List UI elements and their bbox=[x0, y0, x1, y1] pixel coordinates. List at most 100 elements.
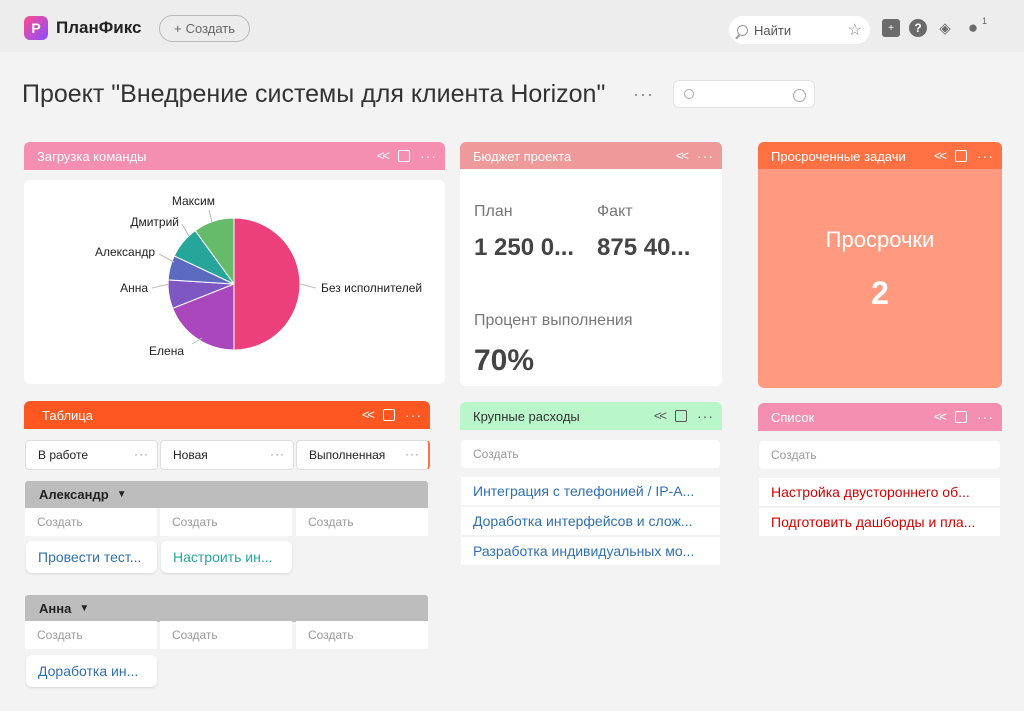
collapse-icon[interactable]: << bbox=[362, 407, 375, 422]
more-icon[interactable]: ··· bbox=[977, 149, 994, 163]
more-icon[interactable]: ··· bbox=[270, 447, 285, 461]
collapse-icon[interactable]: << bbox=[676, 148, 689, 163]
more-icon[interactable]: ··· bbox=[134, 447, 149, 461]
list-item[interactable]: Интеграция с телефонией / IP-А... bbox=[461, 477, 720, 505]
big-expenses-title: Крупные расходы bbox=[473, 408, 580, 424]
percent-label: Процент выполнения bbox=[474, 312, 633, 329]
create-button[interactable]: + Создать bbox=[159, 15, 250, 42]
big-expenses-header: Крупные расходы << ··· bbox=[460, 402, 722, 430]
percent-value: 70% bbox=[474, 344, 535, 377]
overdue-title: Просроченные задачи bbox=[771, 148, 906, 164]
more-icon[interactable]: ··· bbox=[420, 149, 437, 163]
team-load-chart: Без исполнителей Елена Анна Александр Дмитри… bbox=[24, 180, 445, 384]
page-search-input[interactable] bbox=[673, 80, 815, 108]
pie-slice-label: Елена bbox=[149, 344, 184, 358]
search-icon bbox=[684, 89, 694, 99]
filter-icon[interactable] bbox=[793, 89, 806, 102]
app-name: ПланФикс bbox=[56, 18, 142, 37]
create-cell[interactable]: Создать bbox=[160, 508, 292, 536]
logo-mark-icon: P bbox=[24, 16, 48, 40]
pie-slice-label: Дмитрий bbox=[130, 215, 179, 229]
task-card[interactable]: Доработка ин... bbox=[26, 655, 157, 687]
team-load-header: Загрузка команды << ··· bbox=[24, 142, 445, 170]
expand-icon[interactable] bbox=[398, 149, 410, 162]
notification-count: 1 bbox=[982, 16, 988, 26]
group-row[interactable]: Анна ▼ bbox=[25, 595, 428, 622]
collapse-icon[interactable]: << bbox=[934, 409, 947, 424]
collapse-icon[interactable]: << bbox=[654, 408, 667, 423]
budget-card: План 1 250 0... Факт 875 40... Процент в… bbox=[460, 169, 722, 386]
pie-leader-line bbox=[299, 283, 317, 289]
task-card[interactable]: Провести тест... bbox=[26, 541, 157, 573]
search-icon bbox=[737, 24, 748, 36]
team-load-title: Загрузка команды bbox=[37, 148, 147, 164]
create-cell[interactable]: Создать bbox=[160, 621, 292, 649]
list-item[interactable]: Доработка интерфейсов и слож... bbox=[461, 507, 720, 535]
pie-leader-line bbox=[151, 283, 170, 289]
fact-value: 875 40... bbox=[597, 234, 691, 261]
list-item[interactable]: Разработка индивидуальных мо... bbox=[461, 537, 720, 565]
pie-chart: Без исполнителей Елена Анна Александр Дмитри… bbox=[95, 194, 422, 358]
more-icon[interactable]: ··· bbox=[405, 408, 422, 422]
fact-label: Факт bbox=[597, 203, 633, 220]
user-icon[interactable]: ● bbox=[964, 18, 982, 37]
create-cell[interactable]: Создать bbox=[296, 508, 428, 536]
expand-icon[interactable] bbox=[383, 408, 395, 421]
more-icon[interactable]: ··· bbox=[405, 447, 420, 461]
expand-icon[interactable] bbox=[955, 410, 967, 423]
create-button-label: Создать bbox=[185, 21, 235, 36]
pie-leader-line bbox=[208, 209, 213, 223]
pie-leader-line bbox=[181, 223, 190, 237]
help-icon[interactable]: ? bbox=[909, 19, 927, 37]
plan-label: План bbox=[474, 203, 513, 220]
overdue-card[interactable]: Просрочки 2 bbox=[758, 169, 1002, 388]
overdue-header: Просроченные задачи << ··· bbox=[758, 142, 1002, 170]
overdue-label: Просрочки bbox=[825, 227, 935, 252]
pie-slice-label: Без исполнителей bbox=[321, 281, 422, 295]
list-title: Список bbox=[771, 409, 815, 425]
status-column-new[interactable]: Новая ··· bbox=[160, 440, 294, 470]
collapse-icon[interactable]: << bbox=[934, 148, 947, 163]
group-row[interactable]: Александр ▼ bbox=[25, 481, 428, 508]
list-item[interactable]: Настройка двустороннего об... bbox=[759, 478, 1000, 506]
expand-icon[interactable] bbox=[675, 409, 687, 422]
caret-down-icon: ▼ bbox=[79, 603, 90, 614]
list-header: Список << ··· bbox=[758, 403, 1002, 431]
global-search-input[interactable]: Найти ☆ bbox=[729, 16, 870, 44]
status-column-in-progress[interactable]: В работе ··· bbox=[25, 440, 158, 470]
pie-slice-label: Александр bbox=[95, 245, 155, 259]
pie-slice-label: Анна bbox=[120, 281, 148, 295]
table-header: Таблица << ··· bbox=[24, 401, 430, 429]
task-card[interactable]: Настроить ин... bbox=[161, 541, 292, 573]
app-logo[interactable]: P ПланФикс bbox=[24, 16, 141, 40]
collapse-icon[interactable]: << bbox=[377, 148, 390, 163]
pie-slice[interactable] bbox=[233, 217, 301, 351]
plan-value: 1 250 0... bbox=[474, 234, 575, 261]
favorite-star-icon[interactable]: ☆ bbox=[848, 20, 862, 40]
status-column-done[interactable]: Выполненная ··· bbox=[296, 440, 430, 470]
group-name: Анна bbox=[39, 601, 72, 616]
layers-icon[interactable]: ◈ bbox=[936, 19, 954, 37]
group-name: Александр bbox=[39, 487, 109, 502]
more-icon[interactable]: ··· bbox=[977, 410, 994, 424]
caret-down-icon: ▼ bbox=[116, 489, 127, 500]
budget-header: Бюджет проекта << ··· bbox=[460, 142, 722, 170]
page-more-icon[interactable]: ··· bbox=[633, 84, 654, 105]
create-row[interactable]: Создать bbox=[759, 441, 1000, 469]
status-label: Выполненная bbox=[309, 448, 386, 462]
status-label: Новая bbox=[173, 448, 208, 462]
create-row[interactable]: Создать bbox=[461, 440, 720, 468]
pie-leader-line bbox=[158, 253, 175, 263]
more-icon[interactable]: ··· bbox=[697, 409, 714, 423]
overdue-count: 2 bbox=[871, 275, 889, 311]
page-title: Проект "Внедрение системы для клиента Ho… bbox=[22, 80, 606, 108]
chat-icon[interactable]: + bbox=[882, 19, 900, 37]
plus-icon: + bbox=[174, 21, 182, 36]
create-cell[interactable]: Создать bbox=[25, 508, 157, 536]
list-item[interactable]: Подготовить дашборды и пла... bbox=[759, 508, 1000, 536]
create-cell[interactable]: Создать bbox=[25, 621, 157, 649]
expand-icon[interactable] bbox=[955, 149, 967, 162]
create-cell[interactable]: Создать bbox=[296, 621, 428, 649]
budget-title: Бюджет проекта bbox=[473, 148, 572, 164]
more-icon[interactable]: ··· bbox=[697, 149, 714, 163]
